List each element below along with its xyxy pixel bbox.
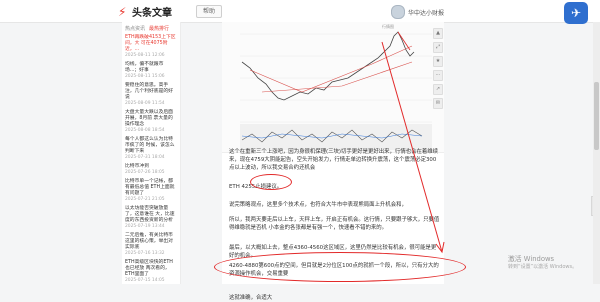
list-item-date: 2025-08-08 18:54 bbox=[125, 128, 165, 133]
like-icon[interactable]: ▲ bbox=[433, 28, 443, 39]
message-icon[interactable]: ✉ bbox=[433, 98, 443, 109]
avatar[interactable] bbox=[390, 5, 405, 19]
tab-ranking[interactable]: 最热排行 bbox=[149, 25, 169, 32]
user-name[interactable]: 华中达小财报 bbox=[408, 8, 444, 17]
annotation-ellipse bbox=[250, 174, 292, 190]
windows-activation-watermark: 激活 Windows 转到“设置”以激活 Windows。 bbox=[508, 253, 594, 270]
list-item[interactable]: 比特币冲到 2025-07-26 18:05 bbox=[122, 163, 180, 178]
fullscreen-icon[interactable]: ⤢ bbox=[433, 42, 443, 53]
watermark-subtitle: 转到“设置”以激活 Windows。 bbox=[508, 264, 578, 270]
help-button[interactable]: 帮助 bbox=[196, 5, 222, 18]
list-item-title[interactable]: 均线，偏不就跟市场...；好事 bbox=[125, 62, 177, 74]
paragraph-7: 这就准确，合适大 bbox=[229, 295, 273, 301]
list-item[interactable]: 均线，偏不就跟市场...；好事 2025-08-11 15:06 bbox=[122, 61, 180, 82]
logo-text: 头条文章 bbox=[132, 8, 172, 19]
list-item-date: 2025-07-26 18:05 bbox=[125, 170, 165, 175]
chart-caption: 行情图 bbox=[382, 24, 394, 29]
article-tools: ▲ ⤢ ★ ⋯ ↗ ✉ bbox=[433, 28, 443, 112]
list-item[interactable]: 每个人都这么认为比特币疯了的 时候，该怎么判断下来 2025-07-31 18:… bbox=[122, 136, 180, 163]
list-item-date: 2025-07-15 14:05 bbox=[125, 278, 165, 283]
list-item-date: 2025-07-21 21:05 bbox=[125, 197, 165, 202]
app-launcher-button[interactable]: ✈ bbox=[564, 2, 588, 24]
favorite-icon[interactable]: ★ bbox=[433, 56, 443, 67]
list-item[interactable]: 要稳住的意思。高手注，几个利好底是的好说 2025-08-09 11:54 bbox=[122, 82, 180, 109]
sidebar-tabs: 热点资讯 最热排行 bbox=[122, 22, 180, 34]
list-item[interactable]: 二元后推，有关比特币这里的核心策，举出对实际底 2025-07-16 13:32 bbox=[122, 232, 180, 259]
list-item[interactable]: 以太坊能否突破放量了，这意谁在 大，比速度的东西投资新的分析 2025-07-1… bbox=[122, 205, 180, 232]
list-item-title[interactable]: ETH高级区块快的ETH也已经放 两次看的，ETH里面了 bbox=[125, 260, 177, 278]
scrollbar[interactable] bbox=[593, 22, 600, 284]
list-item[interactable]: 大盘大量大跌以及后面开展，8月前 票大量的操作理念 2025-08-08 18:… bbox=[122, 109, 180, 136]
user-menu[interactable]: 华中达小财报 bbox=[390, 5, 444, 19]
list-item-date: 2025-07-31 18:04 bbox=[125, 155, 165, 160]
list-item-date: 2025-08-11 15:06 bbox=[125, 74, 165, 79]
list-item[interactable]: ETH再跌破4153上下区间，大 可在4075附近，... 2025-08-11… bbox=[122, 34, 180, 61]
watermark-title: 激活 Windows bbox=[508, 255, 555, 263]
sidebar: 热点资讯 最热排行 ETH再跌破4153上下区间，大 可在4075附近，... … bbox=[122, 22, 181, 284]
list-item-date: 2025-07-16 13:32 bbox=[125, 251, 165, 256]
more-icon[interactable]: ⋯ bbox=[433, 70, 443, 81]
app-icon: ✈ bbox=[570, 6, 582, 20]
tab-hot-news[interactable]: 热点资讯 bbox=[125, 25, 145, 32]
list-item-title[interactable]: 以太坊能否突破放量了，这意谁在 大，比速度的东西投资新的分析 bbox=[125, 206, 177, 224]
list-item-title[interactable]: ETH再跌破4153上下区间，大 可在4075附近，... bbox=[125, 35, 177, 53]
list-item-title[interactable]: 要稳住的意思。高手注，几个利好底是的好说 bbox=[125, 83, 177, 101]
list-item-date: 2025-08-11 12:06 bbox=[125, 53, 165, 58]
list-item-title[interactable]: 比特币单一个记帐，都有最低总值 ETH上面就有问题了 bbox=[125, 179, 177, 197]
list-item-title[interactable]: 每个人都这么认为比特币疯了的 时候，该怎么判断下来 bbox=[125, 137, 177, 155]
scrollbar-thumb[interactable] bbox=[594, 82, 599, 150]
lightning-icon: ⚡ bbox=[118, 4, 127, 19]
list-item[interactable]: 比特币单一个记帐，都有最低总值 ETH上面就有问题了 2025-07-21 21… bbox=[122, 178, 180, 205]
list-item-title[interactable]: 二元后推，有关比特币这里的核心策，举出对实际底 bbox=[125, 233, 177, 251]
list-item-date: 2025-07-19 13:44 bbox=[125, 224, 165, 229]
top-bar: ⚡ 头条文章 帮助 华中达小财报 bbox=[0, 0, 600, 23]
list-item[interactable]: ETH高级区块快的ETH也已经放 两次看的，ETH里面了 2025-07-15 … bbox=[122, 259, 180, 286]
list-item-date: 2025-08-09 11:54 bbox=[125, 101, 165, 106]
list-item-title[interactable]: 大盘大量大跌以及后面开展，8月前 票大量的操作理念 bbox=[125, 110, 177, 128]
site-logo[interactable]: ⚡ 头条文章 bbox=[118, 4, 172, 20]
share-icon[interactable]: ↗ bbox=[433, 84, 443, 95]
